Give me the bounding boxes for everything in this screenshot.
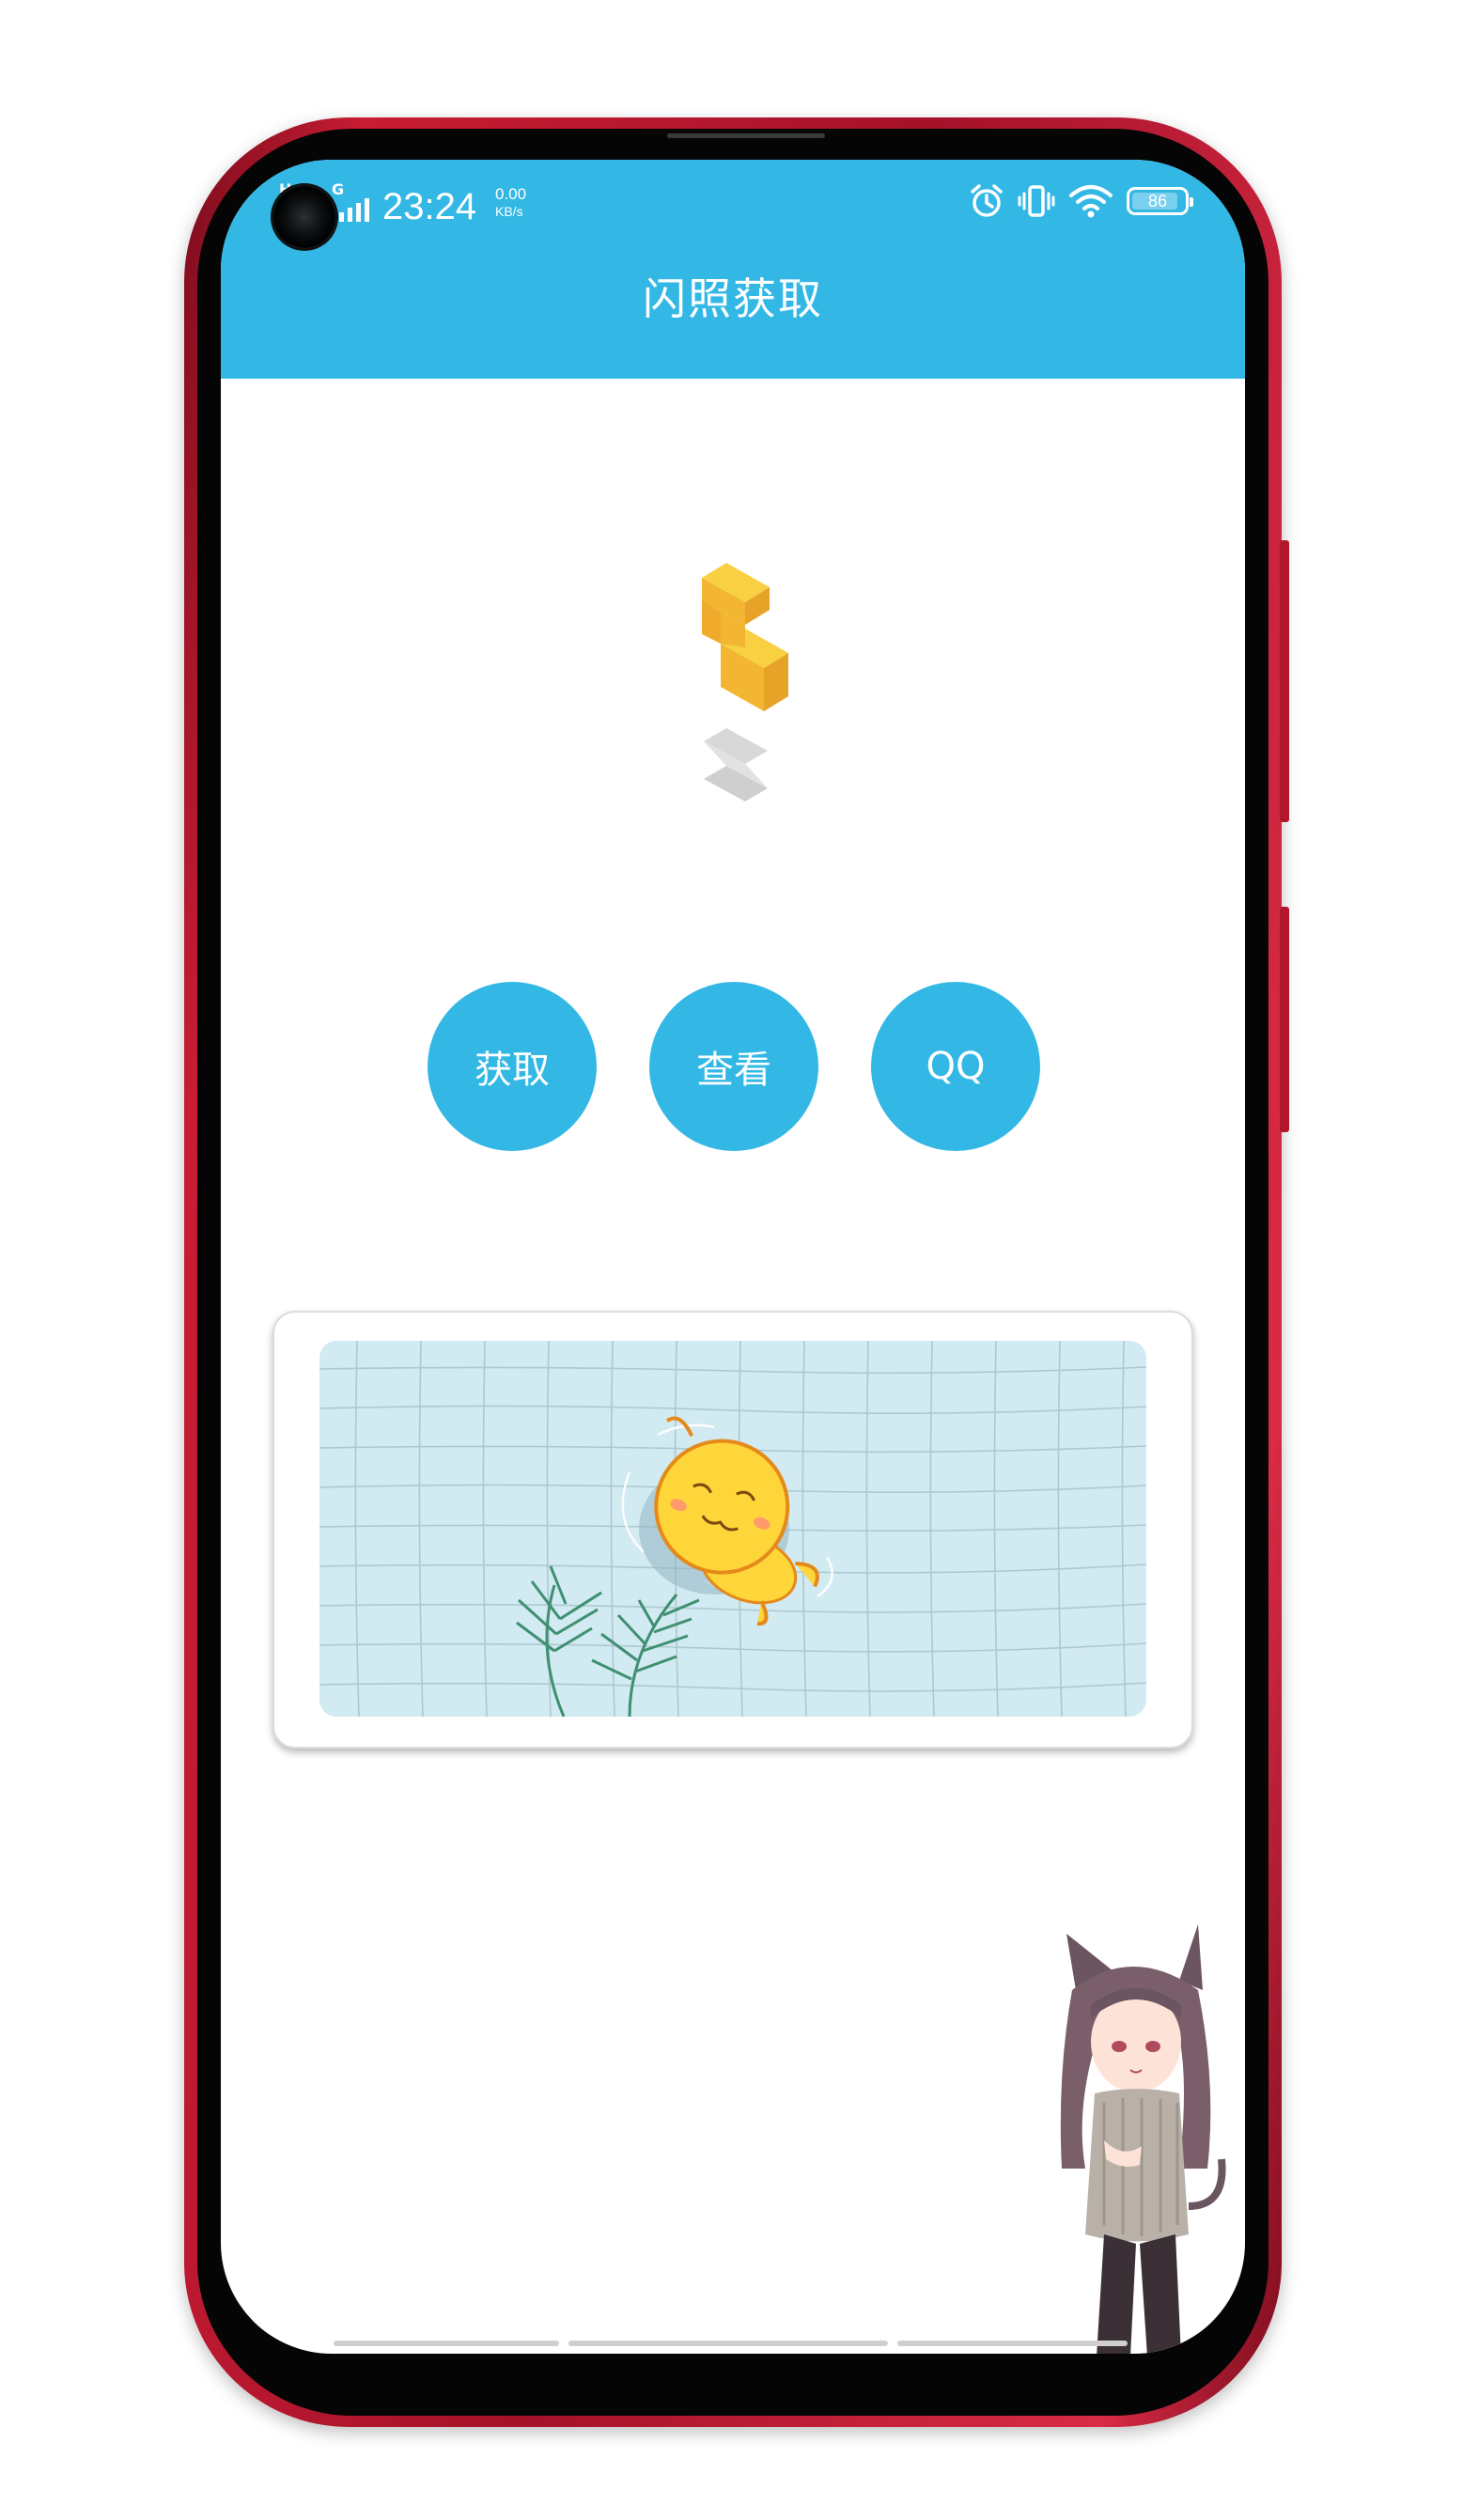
- network-speed-unit: KB/s: [495, 204, 523, 219]
- phone-screen: H G 23:24 0.00 KB/s 86 闪照获取 获取 查看 QQ: [221, 160, 1245, 2354]
- banner-card: [272, 1311, 1193, 1749]
- network-type-label-secondary: G: [332, 180, 345, 198]
- volume-button: [1280, 540, 1289, 822]
- nav-indicator-center: [568, 2341, 888, 2346]
- get-flash-photo-button[interactable]: 获取: [428, 982, 597, 1151]
- qq-button[interactable]: QQ: [871, 982, 1040, 1151]
- status-time: 23:24: [382, 186, 477, 227]
- network-speed: 0.00 KB/s: [495, 186, 526, 220]
- battery-icon: 86: [1127, 187, 1193, 215]
- earpiece-speaker: [667, 133, 825, 138]
- bottom-nav-indicators: [334, 2341, 1132, 2350]
- power-button: [1280, 907, 1289, 1132]
- wifi-icon: [1069, 185, 1113, 218]
- cellular-signal-icon: [339, 198, 369, 222]
- action-buttons: 获取 查看 QQ: [428, 982, 1040, 1151]
- vibrate-icon: [1018, 185, 1055, 217]
- battery-level-text: 86: [1147, 191, 1168, 210]
- app-logo-icon: [702, 563, 788, 801]
- nav-indicator-right: [897, 2341, 1128, 2346]
- nav-indicator-left: [334, 2341, 559, 2346]
- mascot-sticker-image: [1060, 1924, 1226, 2354]
- banner-image: [319, 1341, 1146, 1717]
- front-camera-hole: [273, 186, 335, 248]
- pool-chick-illustration: [319, 1341, 1146, 1717]
- page-title: 闪照获取: [643, 273, 823, 324]
- status-icons: 86: [969, 180, 1193, 222]
- network-speed-value: 0.00: [495, 185, 527, 203]
- alarm-icon: [971, 184, 1003, 217]
- view-button[interactable]: 查看: [649, 982, 818, 1151]
- app-bar: H G 23:24 0.00 KB/s 86 闪照获取: [221, 160, 1245, 379]
- status-bar: H G 23:24 0.00 KB/s 86: [221, 160, 1245, 248]
